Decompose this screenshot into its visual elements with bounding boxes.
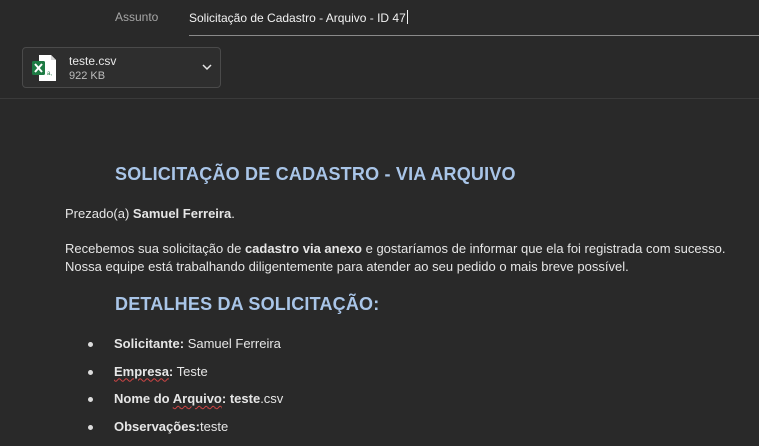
bullet-icon — [88, 342, 93, 347]
detail-observacoes: Observações:teste — [114, 419, 228, 434]
arquivo-label-b: Arquivo — [172, 391, 222, 406]
detail-arquivo: Nome do Arquivo: teste.csv — [114, 391, 283, 406]
body-line-1: Recebemos sua solicitação de cadastro vi… — [65, 240, 725, 258]
subject-row: Assunto Solicitação de Cadastro - Arquiv… — [0, 0, 759, 38]
svg-text:a,: a, — [47, 71, 52, 77]
subject-label: Assunto — [115, 10, 159, 24]
empresa-value: Teste — [173, 363, 208, 379]
body-line-1a: Recebemos sua solicitação de — [65, 241, 245, 256]
greeting: Prezado(a) Samuel Ferreira. — [65, 205, 235, 223]
greeting-suffix: . — [231, 206, 235, 221]
details-title: DETALHES DA SOLICITAÇÃO: — [115, 294, 380, 314]
empresa-label: Empresa — [114, 363, 169, 379]
greeting-prefix: Prezado(a) — [65, 206, 133, 221]
greeting-name: Samuel Ferreira — [132, 206, 232, 221]
bullet-icon — [88, 424, 93, 430]
arquivo-value-ext: .csv — [260, 391, 284, 406]
detail-empresa: Empresa: Teste — [114, 364, 208, 379]
attachment-card[interactable]: a, teste.csv 922 KB — [22, 47, 221, 88]
subject-input[interactable]: Solicitação de Cadastro - Arquivo - ID 4… — [189, 5, 759, 36]
observacoes-label: Observações: — [114, 418, 200, 434]
body-line-1b: e gostaríamos de informar que ela foi re… — [362, 241, 726, 256]
body-line-2: Nossa equipe está trabalhando diligentem… — [65, 259, 629, 274]
header-divider — [0, 98, 759, 99]
arquivo-label-a: Nome do — [114, 391, 173, 406]
arquivo-value-bold: teste — [226, 391, 261, 406]
attachment-name: teste.csv — [69, 54, 117, 68]
observacoes-value: teste — [200, 418, 229, 434]
body-text: Recebemos sua solicitação de cadastro vi… — [65, 240, 725, 276]
attachment-size: 922 KB — [69, 70, 106, 82]
email-title: SOLICITAÇÃO DE CADASTRO - VIA ARQUIVO — [115, 164, 516, 184]
solicitante-label: Solicitante: — [114, 336, 185, 351]
subject-value: Solicitação de Cadastro - Arquivo - ID 4… — [189, 11, 406, 25]
body-line-1-bold: cadastro via anexo — [244, 241, 362, 256]
solicitante-value: Samuel Ferreira — [184, 336, 281, 351]
subject-text: Solicitação de Cadastro - Arquivo - ID 4… — [189, 10, 408, 25]
excel-csv-icon: a, — [32, 55, 56, 81]
text-caret — [406, 10, 408, 24]
detail-solicitante: Solicitante: Samuel Ferreira — [114, 336, 281, 351]
chevron-down-icon[interactable] — [200, 60, 214, 74]
bullet-icon — [88, 397, 93, 402]
bullet-icon — [88, 369, 93, 375]
